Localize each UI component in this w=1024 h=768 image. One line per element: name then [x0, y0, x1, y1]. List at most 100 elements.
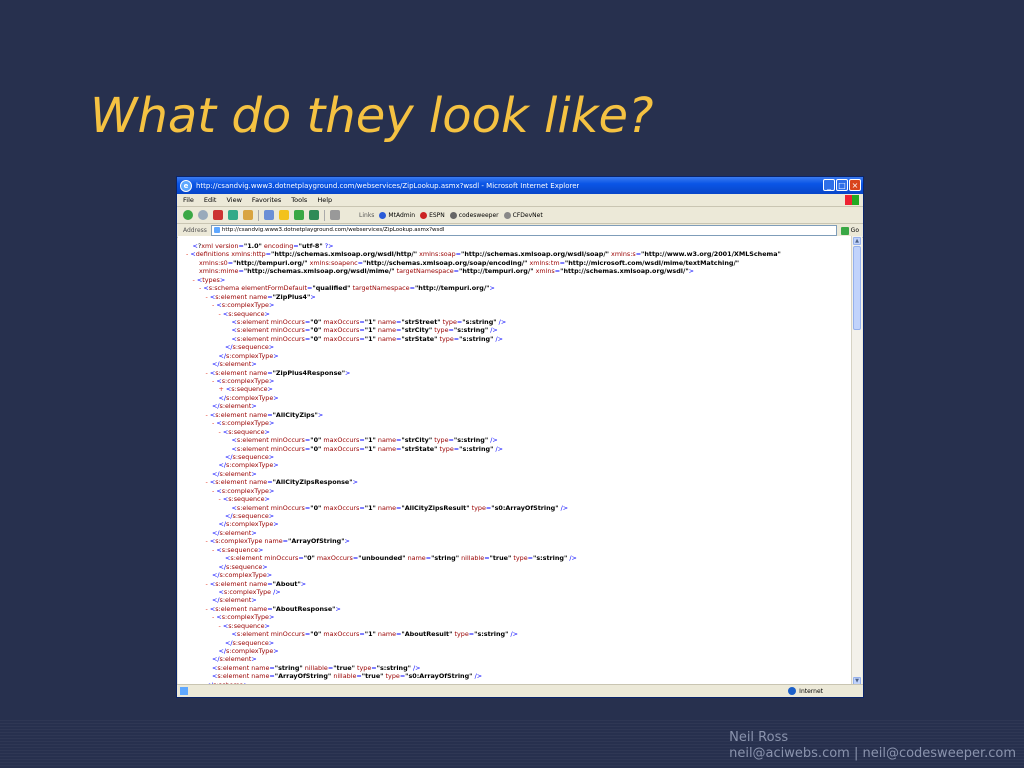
- xml-line[interactable]: - <s:element name="AboutResponse">: [178, 605, 852, 613]
- xml-line: <s:element minOccurs="0" maxOccurs="1" n…: [231, 503, 569, 512]
- link-codesweeper[interactable]: codesweeper: [449, 211, 499, 219]
- xml-line: </s:element>: [212, 655, 257, 664]
- link-espn[interactable]: ESPN: [420, 211, 445, 219]
- xml-line: <s:element minOccurs="0" maxOccurs="unbo…: [225, 554, 577, 563]
- print-icon[interactable]: [330, 210, 340, 220]
- go-arrow-icon: [840, 226, 849, 235]
- codesweeper-icon: [449, 211, 457, 219]
- close-button[interactable]: ×: [849, 179, 861, 191]
- xml-line[interactable]: - <s:complexType>: [178, 487, 852, 495]
- link-label: MtAdmin: [388, 211, 416, 219]
- link-label: codesweeper: [458, 211, 499, 219]
- xml-line[interactable]: + <s:sequence>: [178, 385, 852, 393]
- menu-help[interactable]: Help: [317, 196, 332, 204]
- xml-line: <s:element minOccurs="0" maxOccurs="1" n…: [231, 334, 504, 343]
- ie-window: e http://csandvig.www3.dotnetplayground.…: [176, 176, 864, 698]
- author-emails: neil@aciwebs.com | neil@codesweeper.com: [729, 746, 1016, 761]
- xml-line[interactable]: - <s:sequence>: [178, 546, 852, 554]
- xml-line[interactable]: - <s:sequence>: [178, 310, 852, 318]
- windows-logo-icon: [845, 195, 859, 205]
- xml-line: </s:element>: [212, 360, 257, 369]
- xml-line: <s:element minOccurs="0" maxOccurs="1" n…: [231, 444, 504, 453]
- xml-line: </s:element>: [212, 596, 257, 605]
- xml-line[interactable]: - <s:element name="ZipPlus4Response">: [178, 369, 852, 377]
- vertical-scrollbar[interactable]: ▲ ▼: [851, 236, 862, 686]
- xml-line: </s:element>: [212, 402, 257, 411]
- history-icon[interactable]: [309, 210, 319, 220]
- window-titlebar[interactable]: e http://csandvig.www3.dotnetplayground.…: [177, 177, 863, 194]
- window-title: http://csandvig.www3.dotnetplayground.co…: [196, 181, 580, 190]
- menu-tools[interactable]: Tools: [291, 196, 307, 204]
- go-button[interactable]: Go: [840, 226, 863, 235]
- refresh-icon[interactable]: [228, 210, 238, 220]
- zone-label: Internet: [799, 687, 823, 695]
- xml-line[interactable]: - <s:element name="AllCityZipsResponse">: [178, 478, 852, 486]
- xml-line[interactable]: - <s:element name="About">: [178, 580, 852, 588]
- links-label: Links: [359, 211, 375, 219]
- xml-line[interactable]: - <s:complexType>: [178, 613, 852, 621]
- toolbar-divider: [324, 209, 325, 221]
- xml-line: <s:element minOccurs="0" maxOccurs="1" n…: [231, 436, 498, 445]
- globe-icon: [788, 687, 797, 695]
- scroll-up-arrow-icon[interactable]: ▲: [853, 237, 861, 245]
- link-label: CFDevNet: [512, 211, 543, 219]
- xml-line[interactable]: - <s:element name="ZipPlus4">: [178, 293, 852, 301]
- menu-bar: File Edit View Favorites Tools Help: [177, 194, 863, 207]
- xml-line[interactable]: - <s:complexType name="ArrayOfString">: [178, 537, 852, 545]
- media-icon[interactable]: [294, 210, 304, 220]
- xml-line[interactable]: - <definitions xmlns:http="http://schema…: [178, 250, 852, 258]
- window-controls: _ □ ×: [823, 179, 861, 191]
- xml-line: <?xml version="1.0" encoding="utf-8" ?>: [192, 242, 334, 250]
- status-bar: Internet: [177, 684, 863, 697]
- espn-icon: [420, 211, 428, 219]
- minimize-button[interactable]: _: [823, 179, 835, 191]
- xml-line[interactable]: - <s:element name="AllCityZips">: [178, 411, 852, 419]
- xml-line: xmlns:s0="http://tempuri.org/" xmlns:soa…: [199, 258, 740, 267]
- link-cfdevnet[interactable]: CFDevNet: [503, 211, 543, 219]
- xml-line: </s:sequence>: [225, 452, 275, 461]
- ie-logo-icon: e: [180, 179, 192, 192]
- xml-line[interactable]: - <s:complexType>: [178, 419, 852, 427]
- link-label: ESPN: [429, 211, 445, 219]
- xml-line[interactable]: - <s:schema elementFormDefault="qualifie…: [178, 284, 852, 292]
- back-icon[interactable]: [183, 210, 193, 220]
- home-icon[interactable]: [243, 210, 253, 220]
- maximize-button[interactable]: □: [836, 179, 848, 191]
- xml-line: <s:element minOccurs="0" maxOccurs="1" n…: [231, 326, 498, 335]
- xml-line: </s:sequence>: [225, 343, 275, 352]
- xml-line: </s:complexType>: [218, 393, 279, 402]
- menu-view[interactable]: View: [226, 196, 241, 204]
- menu-file[interactable]: File: [183, 196, 194, 204]
- xml-line: </s:complexType>: [218, 461, 279, 470]
- xml-line[interactable]: - <s:complexType>: [178, 377, 852, 385]
- xml-line: xmlns:mime="http://schemas.xmlsoap.org/w…: [199, 267, 695, 276]
- xml-line: <s:element minOccurs="0" maxOccurs="1" n…: [231, 317, 507, 326]
- xml-line: </s:sequence>: [225, 512, 275, 520]
- xml-line: </s:complexType>: [212, 571, 273, 580]
- menu-edit[interactable]: Edit: [204, 196, 217, 204]
- xml-line: <s:complexType />: [218, 587, 281, 596]
- menu-favorites[interactable]: Favorites: [252, 196, 281, 204]
- footer: Neil Ross neil@aciwebs.com | neil@codesw…: [729, 730, 1016, 762]
- xml-line[interactable]: - <s:sequence>: [178, 428, 852, 436]
- xml-line[interactable]: - <s:complexType>: [178, 301, 852, 309]
- xml-line[interactable]: - <types>: [178, 276, 852, 284]
- xml-line: <s:element name="string" nillable="true"…: [212, 663, 421, 672]
- cfdevnet-icon: [503, 211, 511, 219]
- security-zone: Internet: [788, 687, 823, 695]
- scroll-thumb[interactable]: [853, 246, 861, 330]
- page-status-icon: [180, 687, 188, 695]
- forward-icon[interactable]: [198, 210, 208, 220]
- address-input[interactable]: http://csandvig.www3.dotnetplayground.co…: [210, 225, 837, 236]
- mtadmin-icon: [379, 211, 387, 219]
- favorites-star-icon[interactable]: [279, 210, 289, 220]
- xml-line[interactable]: - <s:sequence>: [178, 495, 852, 503]
- xml-line[interactable]: - <s:sequence>: [178, 622, 852, 630]
- stop-icon[interactable]: [213, 210, 223, 220]
- xml-line: <s:element name="ArrayOfString" nillable…: [212, 672, 483, 681]
- toolbar-divider: [258, 209, 259, 221]
- xml-line: </s:sequence>: [225, 638, 275, 647]
- search-icon[interactable]: [264, 210, 274, 220]
- xml-line: </s:complexType>: [218, 647, 279, 655]
- link-mtadmin[interactable]: MtAdmin: [379, 211, 416, 219]
